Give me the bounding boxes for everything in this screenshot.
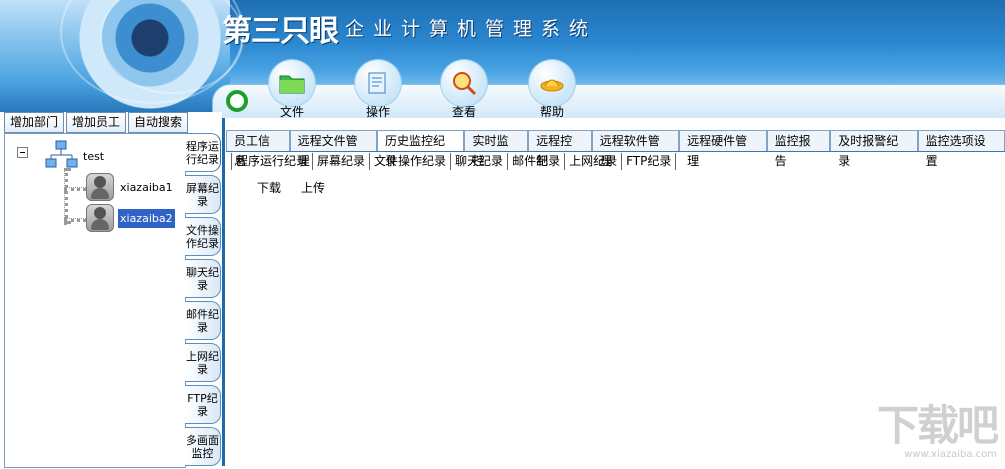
brand-logo: 第三只眼 [222,14,339,49]
tab-alarm-records[interactable]: 及时报警纪录 [830,130,918,168]
subtab-screen-log[interactable]: 屏幕纪录 [312,153,369,170]
tree-node-employee[interactable]: xiazaiba1 [86,173,173,201]
auto-search-button[interactable]: 自动搜索 [128,112,189,133]
subtab-chat-log[interactable]: 聊天纪录 [450,153,507,170]
main-tab-bar: 员工信息 远程文件管理 历史监控纪录 实时监控 远程控制 远程软件管理 远程硬件… [226,130,1005,168]
side-tab-ftp-log[interactable]: FTP纪录 [185,385,221,424]
ftp-action-links: 下载 上传 [257,179,325,196]
user-avatar-icon [86,204,114,232]
tree-node-employee[interactable]: xiazaiba2 [86,204,176,232]
watermark-text: 下载吧 [876,401,999,450]
side-tab-web-log[interactable]: 上网纪录 [185,343,221,382]
tab-remote-hardware[interactable]: 远程硬件管理 [679,130,767,168]
side-tab-chat-log[interactable]: 聊天纪录 [185,259,221,298]
network-group-icon [44,140,80,173]
main-toolbar [212,84,1005,122]
lamp-icon [529,60,575,106]
tab-history-records[interactable]: 历史监控纪录 [377,130,465,168]
tab-monitor-report[interactable]: 监控报告 [766,130,831,168]
download-link[interactable]: 下载 [257,179,281,196]
tab-employee-info[interactable]: 员工信息 [226,130,290,168]
subtab-program-log[interactable]: 程序运行纪录 [231,153,312,170]
watermark-url: www.xiazaiba.com [904,449,997,460]
tab-monitor-settings[interactable]: 监控选项设置 [917,130,1005,168]
side-tab-program-log[interactable]: 程序运行纪录 [185,133,221,172]
tab-remote-file[interactable]: 远程文件管理 [289,130,378,168]
subtab-file-log[interactable]: 文件操作纪录 [369,153,450,170]
tree-node-label-selected: xiazaiba2 [117,207,176,229]
magnifier-icon [441,60,487,106]
operate-menu-button[interactable]: 操作 [348,60,408,120]
tree-node-root[interactable]: test [44,140,104,173]
subtab-web-log[interactable]: 上网纪录 [564,153,621,170]
user-avatar-icon [86,173,114,201]
side-tab-file-log[interactable]: 文件操作纪录 [185,217,221,256]
view-menu-button[interactable]: 查看 [434,60,494,120]
side-tab-screen-log[interactable]: 屏幕纪录 [185,175,221,214]
tab-remote-software[interactable]: 远程软件管理 [591,130,680,168]
folder-icon [269,60,315,106]
add-employee-button[interactable]: 增加员工 [66,112,127,133]
tab-realtime-monitor[interactable]: 实时监控 [464,130,529,168]
add-department-button[interactable]: 增加部门 [4,112,65,133]
file-menu-button[interactable]: 文件 [262,60,322,120]
status-ring-button[interactable] [226,90,248,112]
subtab-mail-log[interactable]: 邮件纪录 [507,153,564,170]
tree-node-label: xiazaiba1 [120,180,173,194]
subtab-ftp-log[interactable]: FTP纪录 [621,153,677,170]
sub-tab-bar: 程序运行纪录 屏幕纪录 文件操作纪录 聊天纪录 邮件纪录 上网纪录 FTP纪录 [231,153,677,170]
watermark: 下载吧 www.xiazaiba.com [876,392,999,460]
help-menu-button[interactable]: 帮助 [522,60,582,120]
app-subtitle: 企业计算机管理系统 [345,18,598,40]
tree-connector [64,168,68,224]
tab-divider [226,151,1005,152]
left-button-row: 增加部门 增加员工 自动搜索 [4,112,190,133]
document-icon [355,60,401,106]
tree-root-label: test [83,150,105,163]
record-side-tabs: 程序运行纪录 屏幕纪录 文件操作纪录 聊天纪录 邮件纪录 上网纪录 FTP纪录 … [185,133,222,469]
side-tab-multi-screen[interactable]: 多画面监控 [185,427,221,466]
side-tab-mail-log[interactable]: 邮件纪录 [185,301,221,340]
upload-link[interactable]: 上传 [301,179,325,196]
tab-remote-control[interactable]: 远程控制 [528,130,592,168]
collapse-toggle-icon[interactable] [17,147,28,158]
